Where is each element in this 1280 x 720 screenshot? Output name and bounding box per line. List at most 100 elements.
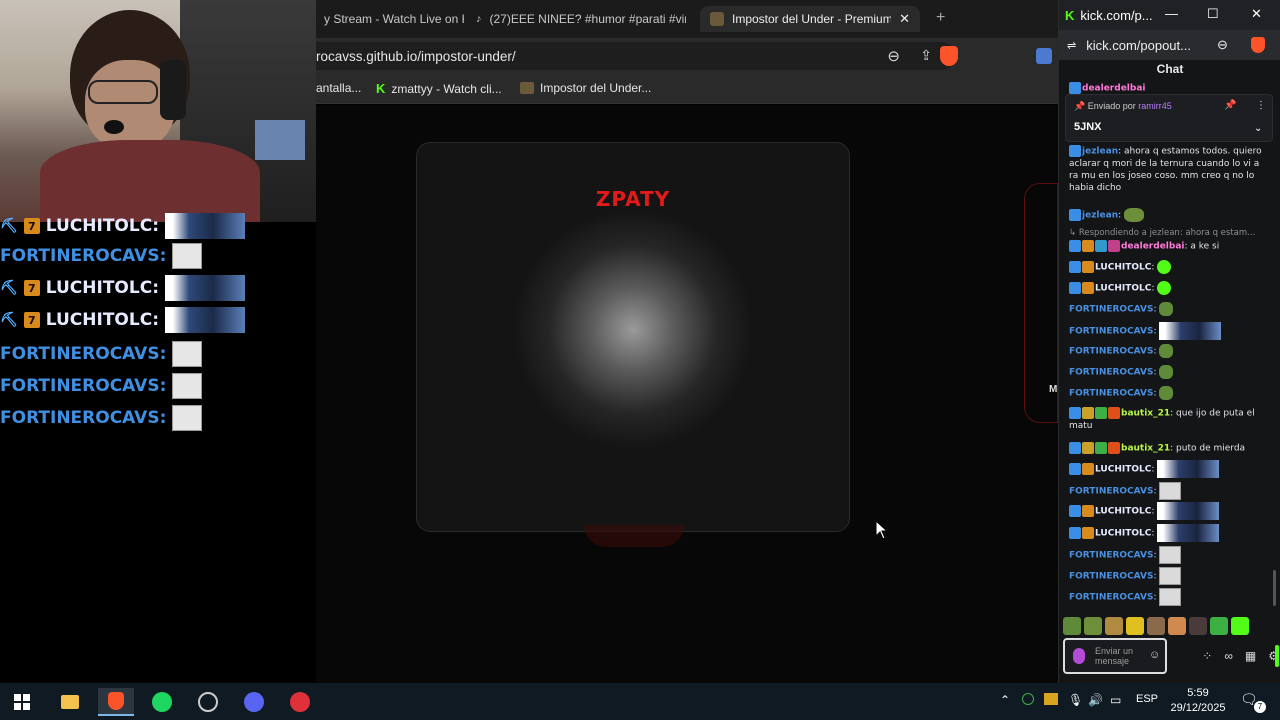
tab-label: (27)EEE NINEE? #humor #parati #vira <box>489 12 687 26</box>
tray-chevron-icon[interactable]: ⌃ <box>1000 693 1010 707</box>
file-explorer-icon[interactable] <box>52 688 88 716</box>
microphone-icon[interactable] <box>1073 648 1085 664</box>
bookmark-item[interactable]: antalla... <box>316 81 361 95</box>
emote-icon[interactable] <box>1210 617 1228 635</box>
chat-scrollbar[interactable] <box>1273 570 1276 606</box>
maximize-icon[interactable]: ☐ <box>1207 6 1219 22</box>
emote-icon[interactable] <box>1231 617 1249 635</box>
app-red-icon[interactable] <box>282 688 318 716</box>
pickaxe-badge-icon: ⛏ <box>0 280 18 296</box>
pin-icon: 📌 <box>1074 101 1086 111</box>
pickaxe-badge-icon: ⛏ <box>0 312 18 328</box>
tab-label: y Stream - Watch Live on K <box>324 12 464 26</box>
more-options-icon[interactable]: ⋮ <box>1256 100 1266 111</box>
pinned-sender: 📌 Enviado por ramirr45 <box>1074 101 1172 111</box>
chat-message: FORTINEROCAVS: <box>1069 567 1269 585</box>
browser-tab-bar: y Stream - Watch Live on K ♪ (27)EEE NIN… <box>316 0 1058 38</box>
pin-toggle-icon[interactable]: 📌 <box>1224 100 1236 111</box>
brave-shield-icon[interactable] <box>1251 37 1265 53</box>
kick-window-title: kick.com/p... <box>1080 7 1153 23</box>
microphone-tray-icon[interactable]: 🎙 <box>1068 693 1083 707</box>
chat-message: FORTINEROCAVS: <box>1069 302 1269 316</box>
emote-icon[interactable] <box>1189 617 1207 635</box>
bookmark-item[interactable]: Impostor del Under... <box>520 81 651 95</box>
chevron-down-icon[interactable]: ⌄ <box>1254 123 1262 134</box>
volume-icon[interactable]: 🔊 <box>1088 693 1103 707</box>
overlay-chat-row: FORTINEROCAVS: <box>0 340 203 368</box>
game-tab-icon <box>710 12 724 26</box>
overlay-chat-row: FORTINEROCAVS: <box>0 372 203 400</box>
overlay-username: FORTINEROCAVS: <box>0 246 167 266</box>
emote-icon[interactable] <box>1063 617 1081 635</box>
pickaxe-badge-icon: ⛏ <box>0 218 18 234</box>
stream-overlay-chat: ⛏ 7 LUCHITOLC: FORTINEROCAVS: ⛏ 7 LUCHIT… <box>0 213 316 682</box>
send-indicator <box>1275 645 1279 667</box>
tab-impostor-active[interactable]: Impostor del Under - Premium E ✕ <box>700 6 920 32</box>
emoji-picker-icon[interactable]: ☺ <box>1149 650 1160 661</box>
bookmark-item[interactable]: K zmattyy - Watch cli... <box>376 81 502 96</box>
url-field[interactable]: rocavss.github.io/impostor-under/ ⊖ ⇪ <box>316 42 958 70</box>
brave-shield-icon[interactable] <box>940 46 958 66</box>
badge-7-icon: 7 <box>23 280 40 296</box>
kick-address-bar[interactable]: ⇌ kick.com/popout... ⊖ <box>1059 30 1280 60</box>
side-panel-edge: M <box>1024 183 1058 423</box>
chat-message: FORTINEROCAVS: <box>1069 344 1269 358</box>
overlay-chat-row: FORTINEROCAVS: <box>0 242 203 270</box>
link-icon[interactable]: ∞ <box>1224 649 1233 663</box>
pinned-text: 5JNX <box>1074 121 1102 133</box>
badge-7-icon: 7 <box>23 312 40 328</box>
tab-tiktok[interactable]: ♪ (27)EEE NINEE? #humor #parati #vira <box>476 6 686 32</box>
minimize-icon[interactable]: — <box>1165 6 1178 21</box>
zoom-icon[interactable]: ⊖ <box>887 47 900 65</box>
new-tab-button[interactable]: + <box>936 9 945 27</box>
chat-message: jezlean: <box>1069 208 1269 222</box>
chat-message-input[interactable]: Enviar un mensaje ☺ <box>1063 638 1167 674</box>
spotify-icon[interactable] <box>144 688 180 716</box>
emote-icon[interactable] <box>1126 617 1144 635</box>
obs-icon[interactable] <box>190 688 226 716</box>
bookmark-label: antalla... <box>316 81 362 95</box>
chat-toolbar: ⁘ ∞ ▦ ⚙ <box>1175 646 1279 666</box>
system-clock[interactable]: 5:59 29/12/2025 <box>1170 686 1226 716</box>
emote-icon[interactable] <box>1105 617 1123 635</box>
chat-message: LUCHITOLC: <box>1069 460 1269 478</box>
discord-icon[interactable] <box>236 688 272 716</box>
tray-app-icon[interactable] <box>1044 693 1058 705</box>
game-card[interactable]: ZPATY <box>416 142 850 532</box>
brave-browser-icon[interactable] <box>98 688 134 716</box>
translate-icon[interactable] <box>1036 48 1052 64</box>
tab-stream[interactable]: y Stream - Watch Live on K <box>324 6 464 32</box>
close-window-icon[interactable]: ✕ <box>1251 6 1262 22</box>
overlay-username: FORTINEROCAVS: <box>0 408 167 428</box>
sketch-emote-icon <box>172 341 203 367</box>
close-tab-icon[interactable]: ✕ <box>899 11 910 27</box>
chat-message: dealerdelbai: a ke si <box>1069 240 1269 253</box>
windows-start-icon[interactable] <box>4 688 40 716</box>
tab-label: Impostor del Under - Premium E <box>732 12 892 26</box>
language-indicator[interactable]: ESP <box>1136 693 1158 705</box>
overlay-username: FORTINEROCAVS: <box>0 344 167 364</box>
reply-indicator: ↳ Respondiendo a jezlean: ahora q estam.… <box>1069 228 1256 238</box>
network-icon[interactable]: ▭ <box>1110 693 1121 707</box>
tiktok-icon: ♪ <box>476 13 482 25</box>
share-icon[interactable]: ⇪ <box>920 47 932 64</box>
chat-message: LUCHITOLC: <box>1069 281 1269 295</box>
chat-message: FORTINEROCAVS: <box>1069 588 1269 606</box>
badge-7-icon: 7 <box>23 218 40 234</box>
chat-message: bautix_21: puto de mierda <box>1069 442 1269 455</box>
zoom-icon[interactable]: ⊖ <box>1217 37 1228 53</box>
tray-status-icon[interactable] <box>1022 693 1034 705</box>
windows-taskbar: ⌃ 🎙 🔊 ▭ ESP 5:59 29/12/2025 🗨 7 <box>0 683 1280 720</box>
pinned-message[interactable]: 📌 Enviado por ramirr45 5JNX 📌 ⋮ ⌄ <box>1065 94 1273 142</box>
chat-message: FORTINEROCAVS: <box>1069 386 1269 400</box>
chat-message: FORTINEROCAVS: <box>1069 482 1269 500</box>
chat-message: LUCHITOLC: <box>1069 260 1269 274</box>
emote-icon[interactable] <box>1084 617 1102 635</box>
site-settings-icon[interactable]: ⇌ <box>1067 39 1076 52</box>
overlay-chat-row: ⛏ 7 LUCHITOLC: <box>0 306 245 334</box>
emote-icon[interactable] <box>1168 617 1186 635</box>
store-icon[interactable]: ▦ <box>1245 649 1256 663</box>
users-icon[interactable]: ⁘ <box>1202 649 1212 663</box>
emote-icon[interactable] <box>1147 617 1165 635</box>
bookmarks-bar: antalla... K zmattyy - Watch cli... Impo… <box>316 74 1058 104</box>
